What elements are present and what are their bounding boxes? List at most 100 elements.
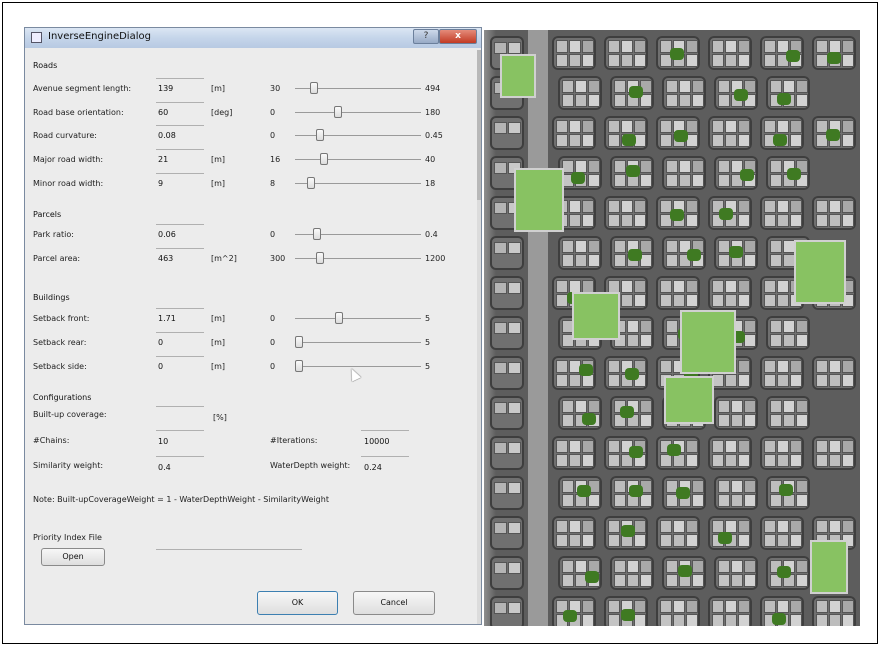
building: [744, 560, 756, 573]
slider-handle[interactable]: [313, 228, 321, 240]
building: [621, 200, 633, 213]
value-field[interactable]: 0: [158, 338, 163, 347]
slider-handle[interactable]: [316, 252, 324, 264]
slider-track[interactable]: [295, 258, 421, 259]
building: [790, 534, 802, 547]
slider-max-label: 0.45: [425, 131, 443, 140]
city-3d-viewport[interactable]: [484, 30, 860, 626]
similarity-weight-field[interactable]: 0.4: [158, 463, 171, 472]
ok-button[interactable]: OK: [257, 591, 338, 615]
slider-track[interactable]: [295, 112, 421, 113]
building: [790, 614, 802, 626]
waterdepth-weight-field[interactable]: 0.24: [364, 463, 382, 472]
slider-track[interactable]: [295, 135, 421, 136]
slider-track[interactable]: [295, 342, 421, 343]
slider-min-label: 0: [270, 131, 276, 140]
building: [640, 334, 652, 347]
slider-handle[interactable]: [320, 153, 328, 165]
building: [816, 454, 828, 467]
tree-cluster: [729, 246, 743, 258]
building: [777, 120, 789, 133]
building: [608, 534, 620, 547]
building: [725, 294, 737, 307]
scrollbar-thumb[interactable]: [477, 50, 481, 200]
building: [582, 40, 594, 53]
building: [569, 54, 581, 67]
tree-cluster: [777, 93, 791, 105]
slider-handle[interactable]: [335, 312, 343, 324]
building: [725, 120, 737, 133]
value-field[interactable]: 139: [158, 84, 173, 93]
building: [744, 494, 756, 507]
building: [640, 414, 652, 427]
building: [796, 560, 808, 573]
building: [829, 520, 841, 533]
building: [614, 160, 626, 173]
building: [731, 494, 743, 507]
slider-handle[interactable]: [316, 129, 324, 141]
building: [575, 400, 587, 413]
close-button[interactable]: x: [439, 29, 477, 44]
building: [692, 94, 704, 107]
building: [634, 534, 646, 547]
slider-track[interactable]: [295, 318, 421, 319]
slider-handle[interactable]: [295, 336, 303, 348]
tree-cluster: [670, 48, 684, 60]
slider-handle[interactable]: [295, 360, 303, 372]
similarity-field-line: [156, 456, 204, 457]
building: [575, 560, 587, 573]
building: [575, 80, 587, 93]
building: [608, 200, 620, 213]
tree-cluster: [577, 485, 591, 497]
value-field[interactable]: 9: [158, 179, 163, 188]
building: [508, 442, 521, 454]
value-field[interactable]: 0.08: [158, 131, 176, 140]
building: [842, 600, 854, 613]
iterations-field[interactable]: 10000: [364, 437, 389, 446]
building: [842, 614, 854, 626]
slider-max-label: 5: [425, 338, 431, 347]
building: [627, 560, 639, 573]
slider-handle[interactable]: [310, 82, 318, 94]
tree-cluster: [787, 168, 801, 180]
building: [679, 174, 691, 187]
building: [660, 294, 672, 307]
open-button[interactable]: Open: [41, 548, 105, 566]
weight-note: Note: Built-upCoverageWeight = 1 - Water…: [33, 495, 329, 504]
slider-handle[interactable]: [334, 106, 342, 118]
value-field[interactable]: 463: [158, 254, 173, 263]
building: [770, 240, 782, 253]
building: [712, 440, 724, 453]
value-field[interactable]: 0: [158, 362, 163, 371]
building: [666, 320, 678, 333]
value-field[interactable]: 21: [158, 155, 168, 164]
building: [666, 160, 678, 173]
building: [508, 482, 521, 494]
building: [790, 360, 802, 373]
value-field[interactable]: 0.06: [158, 230, 176, 239]
building: [679, 80, 691, 93]
building: [686, 294, 698, 307]
building: [556, 120, 568, 133]
dialog-titlebar[interactable]: InverseEngineDialog ? x: [25, 28, 481, 48]
unit-label: [m]: [211, 338, 226, 347]
chains-field[interactable]: 10: [158, 437, 168, 446]
building: [660, 120, 672, 133]
value-field[interactable]: 60: [158, 108, 168, 117]
slider-track[interactable]: [295, 366, 421, 367]
building: [764, 374, 776, 387]
building: [494, 402, 507, 414]
dialog-scrollbar[interactable]: [477, 50, 481, 624]
building: [777, 534, 789, 547]
building: [562, 94, 574, 107]
help-button[interactable]: ?: [413, 29, 439, 44]
unit-label: [m]: [211, 179, 226, 188]
slider-track[interactable]: [295, 159, 421, 160]
inverse-engine-dialog: InverseEngineDialog ? x Roads Parcels Bu…: [24, 27, 482, 625]
cancel-button[interactable]: Cancel: [353, 591, 435, 615]
building: [686, 200, 698, 213]
building: [627, 574, 639, 587]
value-field[interactable]: 1.71: [158, 314, 176, 323]
building: [494, 282, 507, 294]
slider-handle[interactable]: [307, 177, 315, 189]
